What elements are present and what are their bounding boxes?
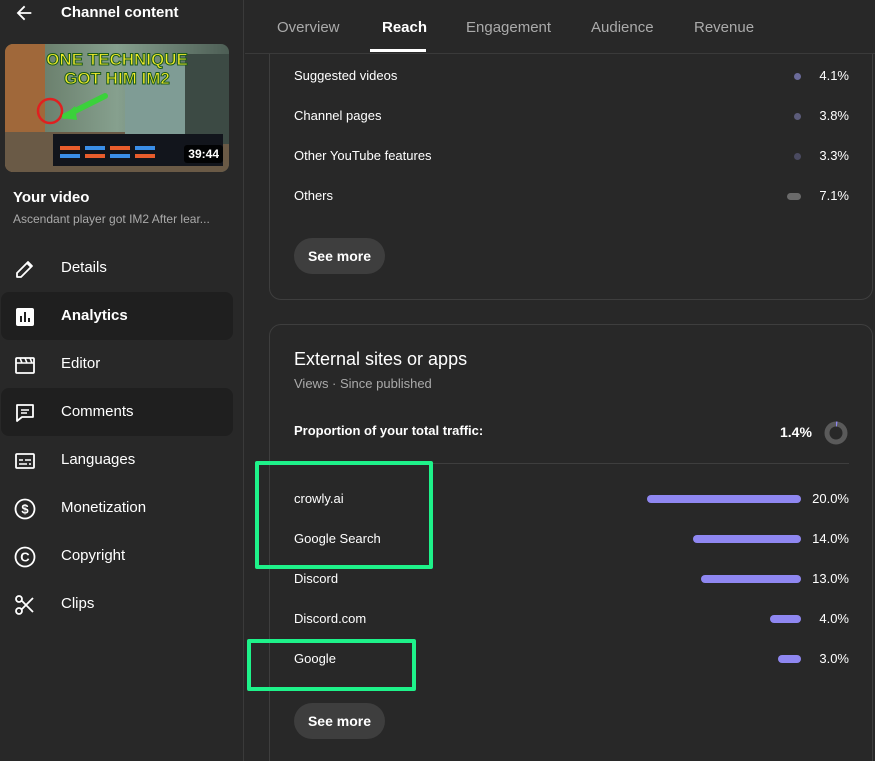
external-row: crowly.ai 20.0%: [294, 491, 849, 511]
card-subtitle: Views · Since published: [294, 376, 432, 391]
sidebar-item-label: Editor: [61, 355, 101, 372]
traffic-row-percent: 7.1%: [819, 188, 849, 203]
sidebar-title: Channel content: [61, 4, 179, 21]
sidebar-item-monetization[interactable]: $ Monetization: [1, 484, 233, 532]
clapperboard-icon: [15, 357, 35, 374]
sidebar-item-comments[interactable]: Comments: [1, 388, 233, 436]
copyright-icon: C: [14, 546, 36, 568]
sidebar-item-label: Analytics: [61, 307, 128, 324]
external-row-label: Google: [294, 651, 336, 666]
thumbnail-headline-2: GOT HIM IM2: [64, 69, 170, 88]
traffic-row: Other YouTube features 3.3%: [294, 148, 849, 168]
external-row-label: crowly.ai: [294, 491, 344, 506]
card-title: External sites or apps: [294, 349, 468, 369]
app-root: Channel content ONE TECHNIQUE GOT HIM IM…: [0, 0, 875, 761]
sidebar-item-editor[interactable]: Editor: [1, 340, 233, 388]
traffic-row-bar: [787, 193, 801, 200]
comment-icon: [16, 404, 34, 422]
sidebar-header: Channel content: [0, 0, 244, 26]
external-row-bar: [701, 575, 801, 583]
active-tab-indicator: [370, 49, 426, 52]
external-row-bar: [770, 615, 801, 623]
traffic-row-bar: [794, 113, 801, 120]
thumbnail-headline-1: ONE TECHNIQUE: [46, 50, 188, 69]
traffic-row: Others 7.1%: [294, 188, 849, 208]
proportion-value: 1.4%: [780, 424, 812, 440]
pencil-icon: [16, 261, 33, 278]
external-row-percent: 13.0%: [812, 571, 849, 586]
traffic-row-label: Others: [294, 188, 334, 203]
external-row-label: Google Search: [294, 531, 381, 546]
external-row-percent: 14.0%: [812, 531, 849, 546]
external-row: Google 3.0%: [294, 651, 849, 671]
tab-reach[interactable]: Reach: [382, 19, 427, 36]
video-title: Ascendant player got IM2 After lear...: [13, 212, 210, 226]
sidebar-item-label: Clips: [61, 595, 95, 612]
sidebar-item-copyright[interactable]: C Copyright: [1, 532, 233, 580]
traffic-row: Suggested videos 4.1%: [294, 68, 849, 88]
traffic-row-percent: 3.3%: [819, 148, 849, 163]
traffic-row-label: Other YouTube features: [294, 148, 432, 163]
tab-revenue[interactable]: Revenue: [694, 19, 754, 36]
traffic-row-bar: [794, 73, 801, 80]
main-content: Overview Reach Engagement Audience Reven…: [245, 0, 875, 761]
sidebar-item-label: Details: [61, 259, 107, 276]
scissors-icon: [15, 595, 34, 615]
sidebar-item-analytics[interactable]: Analytics: [1, 292, 233, 340]
svg-text:$: $: [21, 502, 29, 517]
analytics-icon: [16, 308, 34, 326]
sidebar-item-label: Languages: [61, 451, 136, 468]
traffic-row: Channel pages 3.8%: [294, 108, 849, 128]
traffic-row-percent: 4.1%: [819, 68, 849, 83]
tab-engagement[interactable]: Engagement: [466, 19, 551, 36]
tab-overview[interactable]: Overview: [277, 19, 340, 36]
external-row-percent: 20.0%: [812, 491, 849, 506]
sidebar-item-languages[interactable]: Languages: [1, 436, 233, 484]
external-row-percent: 3.0%: [819, 651, 849, 666]
sidebar: Channel content ONE TECHNIQUE GOT HIM IM…: [0, 0, 244, 761]
see-more-button[interactable]: See more: [294, 703, 385, 739]
sidebar-item-label: Comments: [61, 403, 134, 420]
external-sites-card: External sites or apps Views · Since pub…: [269, 324, 873, 761]
proportion-donut-icon: [824, 421, 848, 445]
dollar-icon: $: [14, 498, 36, 520]
sidebar-item-label: Copyright: [61, 547, 126, 564]
external-row-bar: [778, 655, 801, 663]
external-row-bar: [647, 495, 801, 503]
external-row: Discord.com 4.0%: [294, 611, 849, 631]
external-row-label: Discord.com: [294, 611, 367, 626]
analytics-tabs: Overview Reach Engagement Audience Reven…: [245, 0, 875, 54]
sidebar-item-details[interactable]: Details: [1, 244, 233, 292]
tab-audience[interactable]: Audience: [591, 19, 654, 36]
external-row: Discord 13.0%: [294, 571, 849, 591]
video-thumbnail[interactable]: ONE TECHNIQUE GOT HIM IM2 39:44: [5, 44, 229, 172]
external-row-label: Discord: [294, 571, 339, 586]
video-duration: 39:44: [184, 145, 223, 163]
traffic-row-label: Channel pages: [294, 108, 382, 123]
proportion-label: Proportion of your total traffic:: [294, 423, 484, 438]
external-row-bar: [693, 535, 801, 543]
see-more-button[interactable]: See more: [294, 238, 385, 274]
external-row: Google Search 14.0%: [294, 531, 849, 551]
your-video-label: Your video: [13, 189, 90, 206]
divider: [294, 463, 849, 464]
traffic-row-percent: 3.8%: [819, 108, 849, 123]
svg-text:C: C: [20, 550, 30, 565]
traffic-row-bar: [794, 153, 801, 160]
sidebar-item-label: Monetization: [61, 499, 147, 516]
external-row-percent: 4.0%: [819, 611, 849, 626]
sidebar-nav: Details Analytics Editor Comments Langua…: [0, 244, 244, 628]
sidebar-item-clips[interactable]: Clips: [1, 580, 233, 628]
traffic-row-label: Suggested videos: [294, 68, 398, 83]
subtitles-icon: [15, 453, 35, 469]
back-arrow-icon[interactable]: [13, 2, 35, 24]
